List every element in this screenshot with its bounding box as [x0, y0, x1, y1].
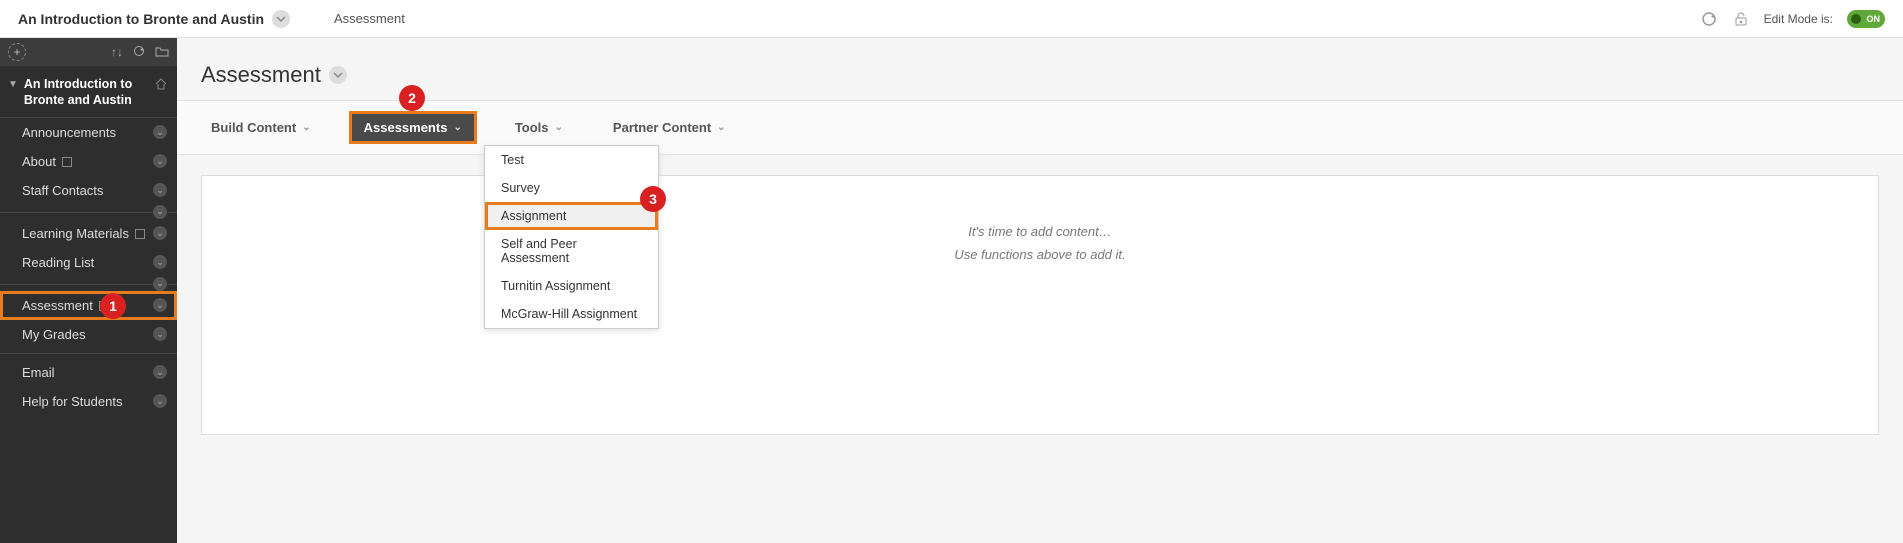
- chevron-down-icon[interactable]: ⌄: [153, 255, 167, 269]
- build-content-button[interactable]: Build Content⌄: [199, 111, 323, 144]
- sidebar-item-help-for-students[interactable]: Help for Students⌄: [0, 387, 177, 416]
- chevron-down-icon[interactable]: ⌄: [153, 154, 167, 168]
- dropdown-item-assignment[interactable]: Assignment: [485, 202, 658, 230]
- dropdown-item-test[interactable]: Test: [485, 146, 658, 174]
- sidebar-item-learning-materials[interactable]: Learning Materials⌄: [0, 219, 177, 248]
- content-placeholder: It's time to add content… Use functions …: [201, 175, 1879, 435]
- dropdown-item-self-and-peer-assessment[interactable]: Self and Peer Assessment: [485, 230, 658, 272]
- add-menu-icon[interactable]: +: [8, 43, 26, 61]
- tools-button[interactable]: Tools⌄: [503, 111, 575, 144]
- sidebar-item-staff-contacts[interactable]: Staff Contacts⌄: [0, 176, 177, 205]
- sidebar-item-label: Announcements: [22, 125, 153, 140]
- sidebar-item-email[interactable]: Email⌄: [0, 358, 177, 387]
- sidebar-item-about[interactable]: About⌄: [0, 147, 177, 176]
- sidebar-divider: ⌄: [0, 277, 177, 291]
- collapse-triangle-icon[interactable]: ▼: [8, 79, 18, 90]
- sidebar-item-label: My Grades: [22, 327, 153, 342]
- edit-mode-label: Edit Mode is:: [1764, 12, 1833, 26]
- main-content: Assessment Build Content⌄ Assessments⌄ T…: [177, 38, 1903, 543]
- course-title[interactable]: An Introduction to Bronte and Austin: [18, 11, 264, 27]
- sidebar-item-label: Reading List: [22, 255, 153, 270]
- sidebar-item-label: Help for Students: [22, 394, 153, 409]
- chevron-down-icon[interactable]: ⌄: [153, 205, 167, 219]
- page-title: Assessment: [177, 38, 1903, 100]
- content-type-icon: [62, 157, 72, 167]
- dropdown-item-survey[interactable]: Survey: [485, 174, 658, 202]
- callout-badge-2: 2: [399, 85, 425, 111]
- action-bar: Build Content⌄ Assessments⌄ Tools⌄ Partn…: [177, 100, 1903, 155]
- top-bar: An Introduction to Bronte and Austin Ass…: [0, 0, 1903, 38]
- chevron-down-icon[interactable]: ⌄: [153, 277, 167, 291]
- refresh-sidebar-icon[interactable]: [133, 45, 145, 60]
- chevron-down-icon[interactable]: [272, 10, 290, 28]
- chevron-down-icon[interactable]: ⌄: [153, 327, 167, 341]
- sidebar-course-title: An Introduction to Bronte and Austin: [24, 76, 149, 109]
- sidebar: + ↑↓ ▼ An Introduction to Bronte and Aus…: [0, 38, 177, 543]
- breadcrumb[interactable]: Assessment: [334, 11, 405, 26]
- sidebar-divider: ⌄: [0, 205, 177, 219]
- chevron-down-icon[interactable]: [329, 66, 347, 84]
- dropdown-item-turnitin-assignment[interactable]: Turnitin Assignment: [485, 272, 658, 300]
- chevron-down-icon[interactable]: ⌄: [153, 226, 167, 240]
- folder-icon[interactable]: [155, 45, 169, 60]
- chevron-down-icon[interactable]: ⌄: [153, 365, 167, 379]
- chevron-down-icon[interactable]: ⌄: [153, 394, 167, 408]
- dropdown-item-mcgraw-hill-assignment[interactable]: McGraw-Hill Assignment: [485, 300, 658, 328]
- partner-content-button[interactable]: Partner Content⌄: [601, 111, 738, 144]
- edit-mode-toggle[interactable]: ON: [1847, 10, 1885, 28]
- sidebar-item-label: Email: [22, 365, 153, 380]
- sidebar-divider: [0, 353, 177, 354]
- placeholder-line-2: Use functions above to add it.: [202, 247, 1878, 262]
- sidebar-item-announcements[interactable]: Announcements⌄: [0, 118, 177, 147]
- chevron-down-icon[interactable]: ⌄: [153, 298, 167, 312]
- assessments-button[interactable]: Assessments⌄: [349, 111, 477, 144]
- callout-badge-3: 3: [640, 186, 666, 212]
- sidebar-item-reading-list[interactable]: Reading List⌄: [0, 248, 177, 277]
- placeholder-line-1: It's time to add content…: [202, 224, 1878, 239]
- sidebar-nav: 1 Announcements⌄About⌄Staff Contacts⌄⌄Le…: [0, 118, 177, 416]
- sidebar-item-assessment[interactable]: Assessment⌄: [0, 291, 177, 320]
- content-type-icon: [135, 229, 145, 239]
- lock-open-icon[interactable]: [1732, 10, 1750, 28]
- sidebar-item-my-grades[interactable]: My Grades⌄: [0, 320, 177, 349]
- assessments-dropdown: 3 TestSurveyAssignmentSelf and Peer Asse…: [484, 145, 659, 329]
- chevron-down-icon[interactable]: ⌄: [153, 125, 167, 139]
- chevron-down-icon[interactable]: ⌄: [153, 183, 167, 197]
- sidebar-item-label: Assessment: [22, 298, 153, 313]
- sidebar-item-label: Learning Materials: [22, 226, 153, 241]
- sidebar-course-header[interactable]: ▼ An Introduction to Bronte and Austin: [0, 66, 177, 118]
- callout-badge-1: 1: [100, 293, 126, 319]
- sidebar-item-label: Staff Contacts: [22, 183, 153, 198]
- sidebar-item-label: About: [22, 154, 153, 169]
- home-icon[interactable]: [155, 78, 167, 93]
- reorder-icon[interactable]: ↑↓: [111, 45, 123, 60]
- refresh-icon[interactable]: [1700, 10, 1718, 28]
- sidebar-toolbar: + ↑↓: [0, 38, 177, 66]
